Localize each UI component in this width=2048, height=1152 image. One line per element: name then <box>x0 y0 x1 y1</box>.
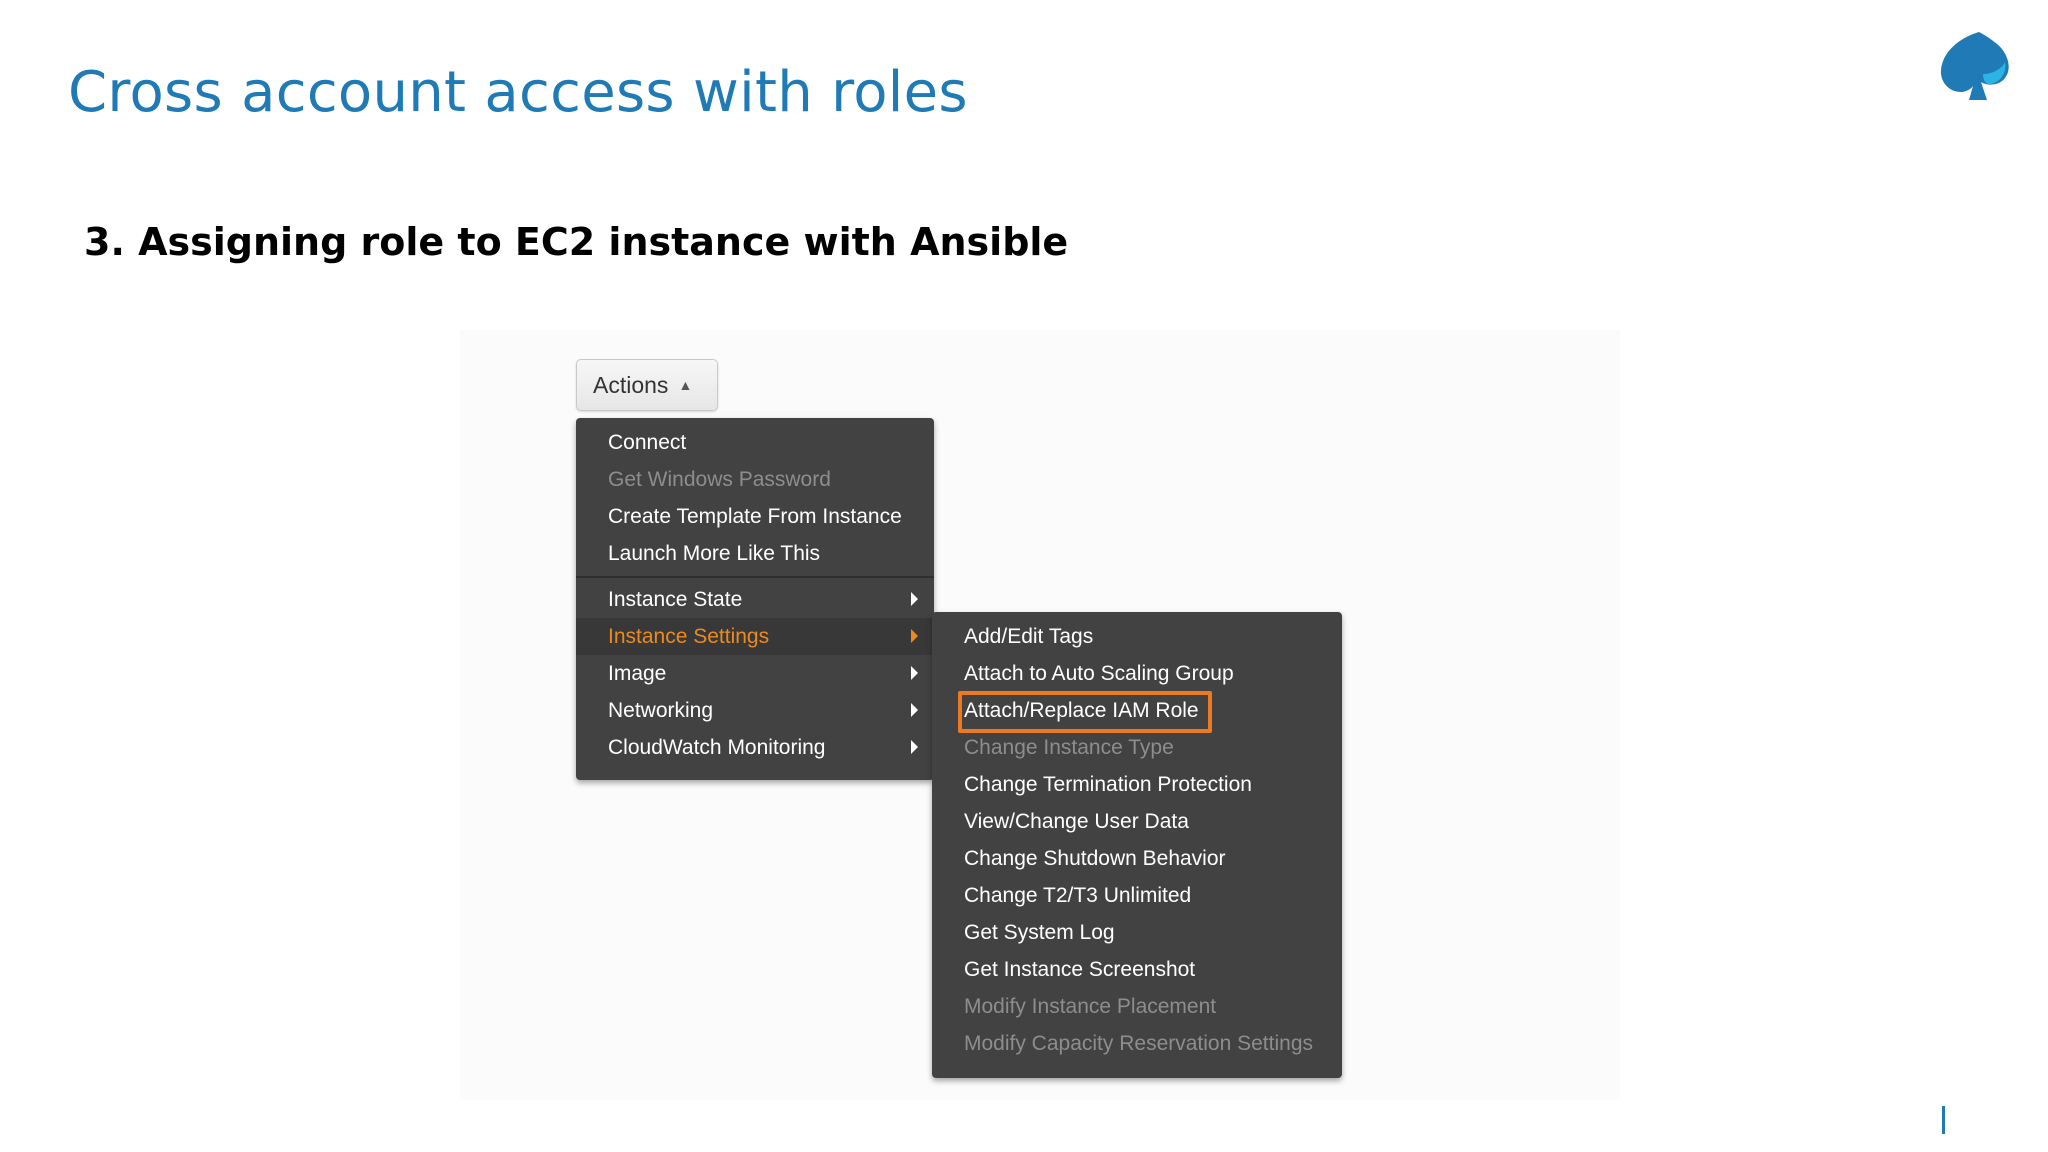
slide-title: Cross account access with roles <box>68 60 968 125</box>
submenu-item-change-instance-type: Change Instance Type <box>964 735 1174 759</box>
menu-item-cloudwatch-monitoring[interactable]: CloudWatch Monitoring <box>576 729 934 766</box>
menu-item-instance-state[interactable]: Instance State <box>576 581 934 618</box>
submenu-arrow-icon <box>911 740 918 754</box>
actions-menu: Connect Get Windows Password Create Temp… <box>576 418 934 780</box>
chevron-up-icon: ▲ <box>678 377 693 393</box>
menu-item-image[interactable]: Image <box>576 655 934 692</box>
submenu-item-modify-instance-placement: Modify Instance Placement <box>964 994 1217 1018</box>
submenu-item-get-instance-screenshot[interactable]: Get Instance Screenshot <box>932 951 1342 988</box>
submenu-item-change-shutdown-behavior[interactable]: Change Shutdown Behavior <box>932 840 1342 877</box>
submenu-item-attach-auto-scaling[interactable]: Attach to Auto Scaling Group <box>932 655 1342 692</box>
slide-subtitle: 3. Assigning role to EC2 instance with A… <box>84 220 1069 264</box>
menu-divider <box>576 576 934 578</box>
submenu-arrow-icon <box>911 629 918 643</box>
submenu-arrow-icon <box>911 666 918 680</box>
menu-item-get-windows-password: Get Windows Password <box>608 467 831 491</box>
menu-item-connect[interactable]: Connect <box>576 424 934 461</box>
spade-logo-icon <box>1940 32 2009 100</box>
iam-role-highlight-box <box>958 691 1212 733</box>
instance-settings-submenu: Add/Edit Tags Attach to Auto Scaling Gro… <box>932 612 1342 1078</box>
submenu-item-change-t2-t3-unlimited[interactable]: Change T2/T3 Unlimited <box>932 877 1342 914</box>
menu-item-instance-settings[interactable]: Instance Settings <box>576 618 934 655</box>
menu-item-networking[interactable]: Networking <box>576 692 934 729</box>
actions-button-label: Actions <box>593 371 669 398</box>
submenu-item-change-termination-protection[interactable]: Change Termination Protection <box>932 766 1342 803</box>
menu-item-create-template[interactable]: Create Template From Instance <box>576 498 934 535</box>
submenu-arrow-icon <box>911 592 918 606</box>
page-indicator <box>1942 1106 1945 1134</box>
submenu-item-view-change-user-data[interactable]: View/Change User Data <box>932 803 1342 840</box>
submenu-item-get-system-log[interactable]: Get System Log <box>932 914 1342 951</box>
actions-button[interactable]: Actions ▲ <box>576 359 718 411</box>
submenu-item-add-edit-tags[interactable]: Add/Edit Tags <box>932 618 1342 655</box>
submenu-arrow-icon <box>911 703 918 717</box>
menu-item-launch-more[interactable]: Launch More Like This <box>576 535 934 572</box>
submenu-item-modify-capacity-reservation: Modify Capacity Reservation Settings <box>964 1031 1313 1055</box>
